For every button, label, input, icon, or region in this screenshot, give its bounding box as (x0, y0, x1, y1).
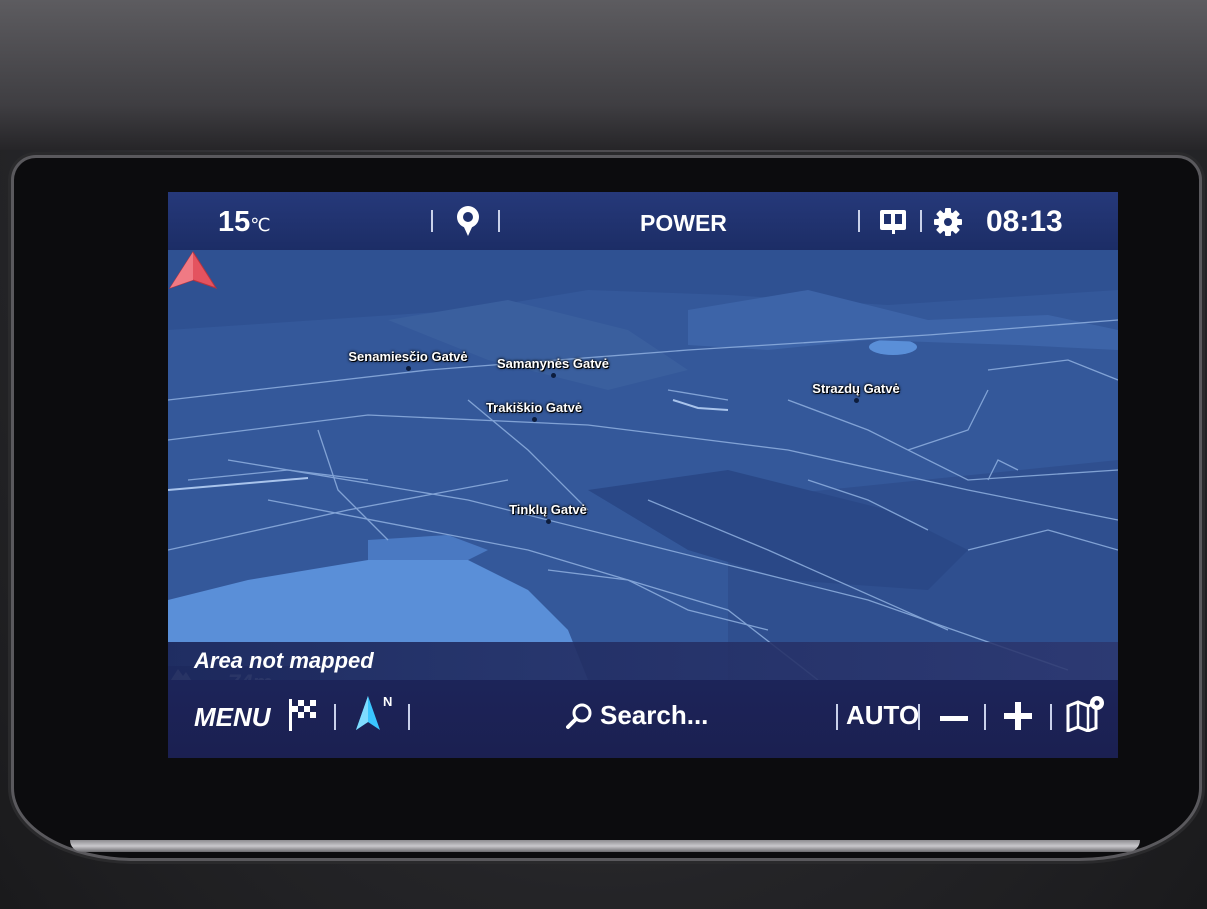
zoom-out-icon[interactable] (940, 716, 968, 721)
street-pin (546, 519, 551, 524)
street-label[interactable]: Samanynės Gatvė (497, 356, 609, 371)
divider (920, 210, 922, 232)
divider (431, 210, 433, 232)
street-pin (406, 366, 411, 371)
temperature-unit: ℃ (250, 215, 271, 235)
map-settings-icon[interactable] (1066, 694, 1106, 732)
destination-flag-icon[interactable] (286, 696, 320, 732)
north-up-compass-icon[interactable]: N (354, 690, 398, 734)
infotainment-screen: 15℃ POWER 08:13 Senamiesčio Gatvė Samany… (168, 192, 1118, 758)
clock: 08:13 (986, 205, 1063, 238)
area-status-text: Area not mapped (194, 648, 374, 673)
divider (836, 704, 838, 730)
vehicle-position-arrow-icon (168, 251, 218, 289)
map-canvas (168, 250, 1118, 680)
street-pin (551, 373, 556, 378)
divider (1050, 704, 1052, 730)
menu-button[interactable]: MENU (194, 702, 271, 733)
street-pin (532, 417, 537, 422)
divider (984, 704, 986, 730)
outside-temperature: 15℃ (218, 206, 270, 239)
divider (408, 704, 410, 730)
dashboard-top-panel (0, 0, 1207, 150)
navigation-toolbar: MENU N Search... AUTO (168, 680, 1118, 758)
zoom-auto-button[interactable]: AUTO (846, 700, 919, 731)
street-label[interactable]: Tinklų Gatvė (509, 502, 587, 517)
status-bar: 15℃ POWER 08:13 (168, 192, 1118, 250)
map-pin-icon[interactable] (454, 205, 482, 237)
temperature-value: 15 (218, 206, 251, 238)
chrome-trim (70, 840, 1140, 852)
search-icon[interactable] (566, 702, 594, 730)
gear-icon[interactable] (933, 207, 963, 237)
svg-text:N: N (383, 694, 392, 709)
zoom-in-icon[interactable] (1004, 702, 1032, 730)
book-icon[interactable] (878, 207, 908, 235)
divider (858, 210, 860, 232)
audio-source-label[interactable]: POWER (640, 210, 727, 237)
divider (334, 704, 336, 730)
area-status-banner: Area not mapped (168, 642, 1118, 680)
divider (918, 704, 920, 730)
divider (498, 210, 500, 232)
street-label[interactable]: Strazdų Gatvė (812, 381, 899, 396)
navigation-map[interactable]: Senamiesčio Gatvė Samanynės Gatvė Trakiš… (168, 250, 1118, 700)
street-label[interactable]: Trakiškio Gatvė (486, 400, 582, 415)
street-pin (854, 398, 859, 403)
street-label[interactable]: Senamiesčio Gatvė (348, 349, 467, 364)
search-field[interactable]: Search... (600, 700, 708, 731)
